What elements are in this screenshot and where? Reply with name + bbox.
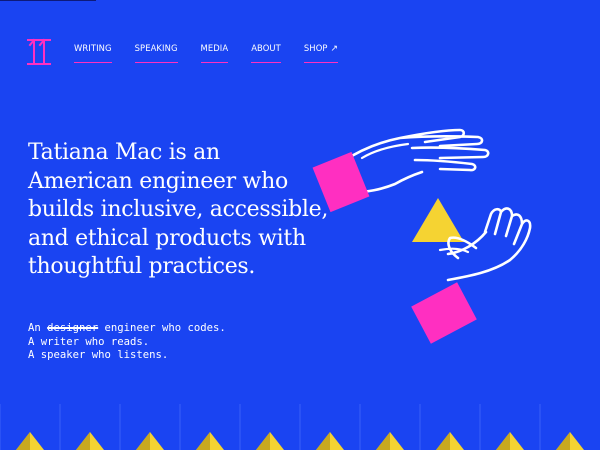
tm-logo-icon[interactable] (27, 38, 51, 66)
nav-about-label: ABOUT (251, 43, 281, 53)
nav-media-label: MEDIA (200, 43, 229, 53)
nav-shop-label: SHOP (303, 43, 328, 53)
top-edge-line (0, 0, 96, 1)
lower-hand-icon (438, 207, 532, 282)
nav-writing[interactable]: WRITING (74, 43, 112, 63)
tagline-line-2: A writer who reads. (28, 335, 150, 348)
lower-cuff (411, 282, 477, 344)
tagline-struck-word: designer (47, 322, 99, 334)
hero-headline: Tatiana Mac is an American engineer who … (28, 140, 329, 280)
tagline-prefix: An (28, 322, 48, 334)
nav-shop[interactable]: SHOP ↗ (303, 43, 339, 63)
nav-about[interactable]: ABOUT (251, 43, 281, 63)
main-navigation: WRITING SPEAKING MEDIA ABOUT SHOP ↗ (74, 43, 361, 63)
triangle-border-decoration (0, 404, 584, 450)
nav-writing-label: WRITING (74, 43, 112, 53)
nav-speaking[interactable]: SPEAKING (134, 43, 178, 63)
hands-triangle-illustration (312, 128, 532, 344)
nav-speaking-label: SPEAKING (134, 43, 178, 53)
nav-media[interactable]: MEDIA (200, 43, 229, 63)
tagline-suffix: engineer who codes. (98, 322, 226, 334)
tagline-line-3: A speaker who listens. (28, 349, 169, 361)
tagline-line-1: An designer engineer who codes. (28, 322, 226, 336)
hero-tagline: An designer engineer who codes. A writer… (28, 322, 226, 363)
external-arrow-icon: ↗ (330, 44, 339, 54)
upper-cuff (312, 151, 370, 213)
yellow-triangle (412, 198, 464, 242)
